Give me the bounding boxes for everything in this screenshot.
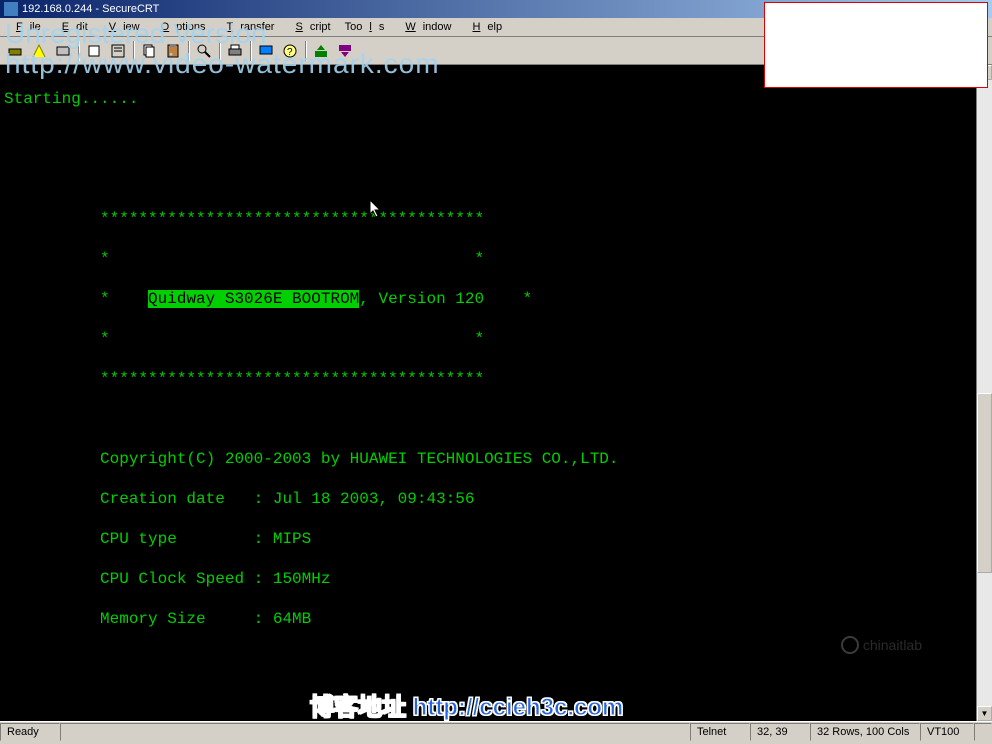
status-terminal-type: VT100 — [920, 723, 974, 741]
tb-session-icon[interactable] — [255, 40, 277, 62]
term-line — [4, 409, 992, 429]
menu-help[interactable]: Help — [458, 20, 509, 34]
term-line: Starting...... — [4, 89, 992, 109]
scroll-up-icon[interactable]: ▲ — [977, 65, 992, 80]
tb-print-icon[interactable] — [224, 40, 246, 62]
tb-disconnect-icon[interactable] — [83, 40, 105, 62]
toolbar-separator — [188, 41, 189, 61]
scroll-down-icon[interactable]: ▼ — [977, 706, 992, 721]
tb-properties-icon[interactable] — [107, 40, 129, 62]
tb-quick-connect-icon[interactable] — [28, 40, 50, 62]
toolbar: ? — [0, 37, 992, 65]
menu-file[interactable]: File — [2, 20, 48, 34]
window-title: 192.168.0.244 - SecureCRT — [22, 3, 159, 15]
app-icon — [4, 2, 18, 16]
term-line: Memory Size : 64MB — [4, 609, 992, 629]
tb-help-icon[interactable]: ? — [279, 40, 301, 62]
title-bar: 192.168.0.244 - SecureCRT — [0, 0, 992, 18]
toolbar-separator — [219, 41, 220, 61]
term-line — [4, 649, 992, 669]
tb-paste-icon[interactable] — [162, 40, 184, 62]
status-protocol: Telnet — [690, 723, 750, 741]
term-line: * Quidway S3026E BOOTROM, Version 120 * — [4, 289, 992, 309]
tb-xfer1-icon[interactable] — [310, 40, 332, 62]
terminal-output[interactable]: Starting...... *************************… — [0, 65, 992, 721]
term-line: **************************************** — [4, 369, 992, 389]
toolbar-separator — [78, 41, 79, 61]
tb-find-icon[interactable] — [193, 40, 215, 62]
menu-view[interactable]: View — [95, 20, 147, 34]
status-grip — [974, 723, 992, 741]
term-line: * * — [4, 329, 992, 349]
menu-tools[interactable]: Tools — [338, 20, 392, 34]
toolbar-separator — [133, 41, 134, 61]
menu-window[interactable]: Window — [391, 20, 458, 34]
menu-bar: File Edit View Options Transfer Script T… — [0, 18, 992, 37]
menu-options[interactable]: Options — [147, 20, 213, 34]
tb-xfer2-icon[interactable] — [334, 40, 356, 62]
term-line: **************************************** — [4, 209, 992, 229]
term-line: Copyright(C) 2000-2003 by HUAWEI TECHNOL… — [4, 449, 992, 469]
toolbar-separator — [250, 41, 251, 61]
status-spacer — [60, 723, 690, 741]
term-highlight: Quidway S3026E BOOTROM — [148, 290, 359, 308]
svg-text:?: ? — [287, 47, 293, 58]
status-cursor-pos: 32, 39 — [750, 723, 810, 741]
status-dimensions: 32 Rows, 100 Cols — [810, 723, 920, 741]
term-line: CPU type : MIPS — [4, 529, 992, 549]
term-line: CPU Clock Speed : 150MHz — [4, 569, 992, 589]
menu-script[interactable]: Script — [281, 20, 337, 34]
tb-reconnect-icon[interactable] — [52, 40, 74, 62]
term-line — [4, 169, 992, 189]
tb-connect-icon[interactable] — [4, 40, 26, 62]
scroll-thumb[interactable] — [977, 393, 992, 573]
menu-edit[interactable]: Edit — [48, 20, 95, 34]
term-line: Creation date : Jul 18 2003, 09:43:56 — [4, 489, 992, 509]
term-line — [4, 689, 992, 709]
vertical-scrollbar[interactable]: ▲ ▼ — [976, 65, 992, 721]
tb-copy-icon[interactable] — [138, 40, 160, 62]
term-line — [4, 129, 992, 149]
status-bar: Ready Telnet 32, 39 32 Rows, 100 Cols VT… — [0, 721, 992, 742]
status-ready: Ready — [0, 723, 60, 741]
scroll-track[interactable] — [977, 80, 992, 706]
menu-transfer[interactable]: Transfer — [213, 20, 282, 34]
term-line: * * — [4, 249, 992, 269]
toolbar-separator — [305, 41, 306, 61]
